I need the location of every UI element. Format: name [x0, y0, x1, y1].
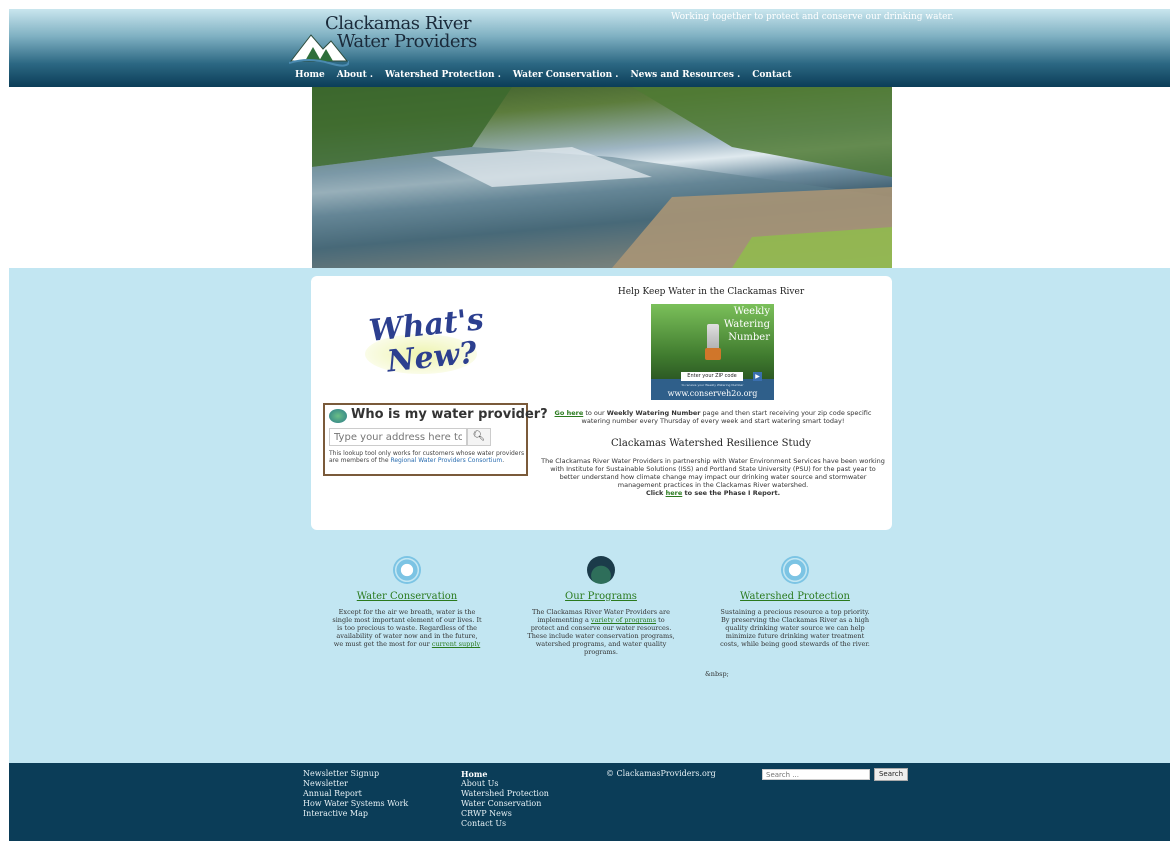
current-supply-link[interactable]: current supply: [432, 640, 480, 648]
banner-arrow-icon: ▶: [753, 372, 762, 381]
nav-item-contact[interactable]: Contact: [752, 70, 791, 80]
mountain-icon: [587, 556, 615, 584]
site-logo[interactable]: Clackamas River Water Providers: [289, 13, 477, 67]
sprinkler-cap: [705, 348, 721, 360]
resilience-study-heading: Clackamas Watershed Resilience Study: [611, 438, 811, 449]
footer-link[interactable]: Water Conservation: [461, 799, 549, 809]
search-icon[interactable]: 🔍︎: [467, 428, 491, 446]
page-frame: Clackamas River Water Providers Working …: [9, 9, 1170, 841]
site-footer: Newsletter Signup Newsletter Annual Repo…: [9, 763, 1170, 841]
column-body: The Clackamas River Water Providers are …: [526, 608, 676, 656]
footer-link[interactable]: Newsletter Signup: [303, 769, 408, 779]
site-tagline: Working together to protect and conserve…: [671, 12, 954, 22]
nav-item-watershed-protection[interactable]: Watershed Protection .: [385, 70, 501, 80]
footer-search-button[interactable]: Search: [874, 768, 908, 781]
footer-link[interactable]: Newsletter: [303, 779, 408, 789]
site-header: Clackamas River Water Providers Working …: [9, 9, 1170, 87]
text2-end: to see the Phase I Report.: [682, 489, 781, 497]
footer-search-input[interactable]: [762, 769, 870, 780]
river-photo-illustration: [312, 87, 892, 268]
provider-lookup-title: Who is my water provider?: [351, 407, 548, 422]
text2-click: Click: [645, 489, 666, 497]
footer-link[interactable]: Annual Report: [303, 789, 408, 799]
banner-line2: Watering: [723, 319, 770, 330]
variety-of-programs-link[interactable]: variety of programs: [591, 616, 656, 624]
watering-number-text: Go here to our Weekly Watering Number pa…: [541, 409, 885, 425]
main-nav: Home About . Watershed Protection . Wate…: [295, 70, 792, 80]
provider-lookup-note: This lookup tool only works for customer…: [329, 450, 525, 464]
column-heading[interactable]: Water Conservation: [332, 591, 482, 602]
footer-link[interactable]: Contact Us: [461, 819, 549, 829]
footer-link[interactable]: About Us: [461, 779, 549, 789]
nav-item-news-resources[interactable]: News and Resources .: [630, 70, 740, 80]
go-here-link[interactable]: Go here: [555, 409, 584, 417]
banner-zip-field: Enter your ZIP code: [681, 372, 743, 381]
recycle-icon: [393, 556, 421, 584]
address-search-input[interactable]: [329, 428, 467, 446]
column-watershed-protection: Watershed Protection Sustaining a precio…: [720, 556, 870, 648]
text1-mid: to our: [583, 409, 607, 417]
footer-link-home[interactable]: Home: [461, 769, 549, 779]
column-our-programs: Our Programs The Clackamas River Water P…: [526, 556, 676, 656]
nav-item-water-conservation[interactable]: Water Conservation .: [513, 70, 619, 80]
recycle-icon: [781, 556, 809, 584]
nav-item-home[interactable]: Home: [295, 70, 325, 80]
water-provider-lookup: Who is my water provider? 🔍︎ This lookup…: [323, 403, 548, 476]
text2-body: The Clackamas River Water Providers in p…: [541, 457, 885, 489]
footer-link[interactable]: How Water Systems Work: [303, 799, 408, 809]
column-body: Sustaining a precious resource a top pri…: [720, 608, 870, 648]
footer-copyright: © ClackamasProviders.org: [606, 769, 716, 778]
main-content-card: What's New? Who is my water provider? 🔍︎…: [311, 276, 892, 530]
column-heading[interactable]: Watershed Protection: [720, 591, 870, 602]
footer-link[interactable]: Watershed Protection: [461, 789, 549, 799]
hero-river-image: [312, 87, 892, 268]
nav-item-about[interactable]: About .: [337, 70, 373, 80]
footer-links-col1: Newsletter Signup Newsletter Annual Repo…: [303, 769, 408, 819]
text1-bold: Weekly Watering Number: [606, 409, 701, 417]
weekly-watering-banner[interactable]: Weekly Watering Number Enter your ZIP co…: [651, 304, 774, 400]
footer-link[interactable]: Interactive Map: [303, 809, 408, 819]
globe-icon: [329, 409, 347, 423]
here-link[interactable]: here: [666, 489, 683, 497]
resilience-study-text: The Clackamas River Water Providers in p…: [541, 457, 885, 497]
stray-nbsp-text: &nbsp;: [705, 670, 729, 678]
banner-url: www.conserveh2o.org: [667, 389, 758, 398]
logo-text-line2: Water Providers: [337, 31, 477, 52]
banner-line1: Weekly: [733, 306, 770, 317]
consortium-link[interactable]: Regional Water Providers Consortium: [390, 457, 502, 464]
footer-links-col2: Home About Us Watershed Protection Water…: [461, 769, 549, 829]
column-water-conservation: Water Conservation Except for the air we…: [332, 556, 482, 648]
note-suffix: .: [502, 457, 505, 464]
whats-new-graphic[interactable]: What's New?: [365, 302, 485, 384]
column-body: Except for the air we breath, water is t…: [332, 608, 482, 648]
banner-small-text: to receive your Weekly Watering Number: [681, 383, 744, 387]
help-keep-water-heading: Help Keep Water in the Clackamas River: [617, 287, 805, 297]
footer-link[interactable]: CRWP News: [461, 809, 549, 819]
column-heading[interactable]: Our Programs: [526, 591, 676, 602]
banner-line3: Number: [728, 332, 770, 343]
